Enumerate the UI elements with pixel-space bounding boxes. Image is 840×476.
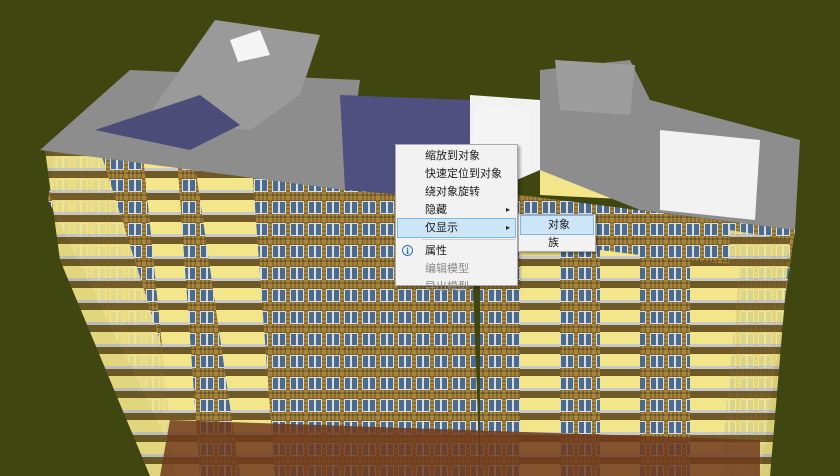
menu-item-hide[interactable]: 隐藏 ▸ xyxy=(398,201,515,219)
menu-item-label: 编辑模型 xyxy=(425,262,469,275)
menu-item-properties[interactable]: i 属性 xyxy=(398,242,515,260)
menu-item-label: 快速定位到对象 xyxy=(425,167,502,180)
right-roof-white xyxy=(660,130,760,220)
menu-item-zoom-to-object[interactable]: 缩放到对象 xyxy=(398,147,515,165)
right-roof-top xyxy=(555,60,635,115)
submenu-arrow-icon: ▸ xyxy=(505,223,510,232)
menu-item-label: 缩放到对象 xyxy=(425,149,480,162)
info-icon: i xyxy=(402,245,413,256)
menu-separator xyxy=(422,239,515,240)
submenu-item-label: 对象 xyxy=(548,218,570,231)
menu-item-label: 导出模型 xyxy=(425,280,469,293)
menu-item-orbit-object[interactable]: 绕对象旋转 xyxy=(398,183,515,201)
menu-item-label: 仅显示 xyxy=(425,221,458,234)
menu-item-export-model: 导出模型 xyxy=(398,278,515,296)
submenu-arrow-icon: ▸ xyxy=(505,205,510,214)
menu-item-quick-locate[interactable]: 快速定位到对象 xyxy=(398,165,515,183)
show-only-submenu: 对象 族 xyxy=(518,214,596,252)
submenu-item-family[interactable]: 族 xyxy=(521,234,593,252)
context-menu: 缩放到对象 快速定位到对象 绕对象旋转 隐藏 ▸ 仅显示 ▸ i 属性 编辑模型 导出… xyxy=(395,144,518,293)
menu-item-label: 属性 xyxy=(425,244,447,257)
menu-item-show-only[interactable]: 仅显示 ▸ xyxy=(397,218,516,238)
menu-item-label: 绕对象旋转 xyxy=(425,185,480,198)
3d-viewport[interactable]: 缩放到对象 快速定位到对象 绕对象旋转 隐藏 ▸ 仅显示 ▸ i 属性 编辑模型 导出… xyxy=(0,0,840,476)
submenu-item-object[interactable]: 对象 xyxy=(520,215,594,235)
menu-item-label: 隐藏 xyxy=(425,203,447,216)
submenu-item-label: 族 xyxy=(548,236,559,249)
menu-item-edit-model: 编辑模型 xyxy=(398,260,515,278)
